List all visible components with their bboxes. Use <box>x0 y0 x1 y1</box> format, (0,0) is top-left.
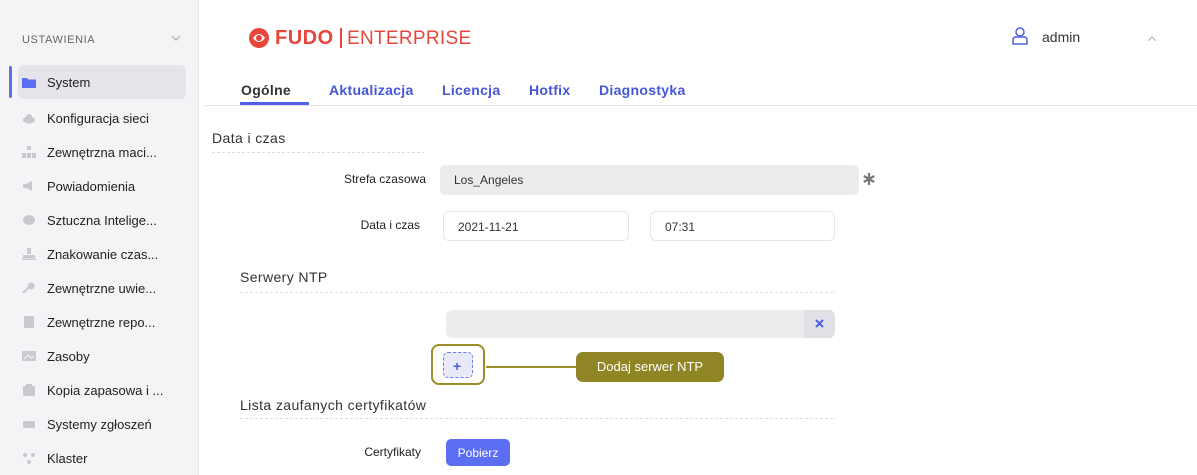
tooltip-callout: Dodaj serwer NTP <box>576 352 724 382</box>
sidebar-item-cluster[interactable]: Klaster <box>18 441 186 475</box>
sidebar-item-label: Zewnętrzne repo... <box>47 315 156 330</box>
tab-bar: Ogólne Aktualizacja Licencja Hotfix Diag… <box>204 74 1197 106</box>
chevron-down-icon[interactable] <box>171 34 181 42</box>
active-indicator <box>9 66 12 98</box>
section-divider <box>212 152 424 153</box>
time-input[interactable]: 07:31 <box>650 211 835 241</box>
add-ntp-button[interactable]: + <box>443 352 473 378</box>
tab-general[interactable]: Ogólne <box>241 82 291 98</box>
date-value: 2021-11-21 <box>458 220 519 234</box>
sidebar-item-label: Zewnętrzna maci... <box>47 145 157 160</box>
remove-ntp-button[interactable] <box>804 310 835 338</box>
brain-icon <box>23 215 35 225</box>
brand-divider <box>340 28 342 48</box>
sidebar-item-notifications[interactable]: Powiadomienia <box>18 169 186 203</box>
section-divider <box>240 292 836 293</box>
close-icon <box>815 319 824 328</box>
sidebar-item-ticket-systems[interactable]: Systemy zgłoszeń <box>18 407 186 441</box>
tab-hotfix[interactable]: Hotfix <box>529 82 570 98</box>
sidebar-item-label: Znakowanie czas... <box>47 247 159 262</box>
key-icon <box>22 282 35 294</box>
stamp-icon <box>22 248 36 260</box>
sidebar-item-network[interactable]: Konfiguracja sieci <box>18 101 186 135</box>
timezone-label: Strefa czasowa <box>343 172 426 186</box>
asterisk-icon <box>863 173 875 185</box>
active-tab-underline <box>240 102 309 105</box>
sidebar-item-label: Konfiguracja sieci <box>47 111 149 126</box>
sidebar-item-external-auth[interactable]: Zewnętrzne uwie... <box>18 271 186 305</box>
sidebar-item-resources[interactable]: Zasoby <box>18 339 186 373</box>
sidebar-item-system[interactable]: System <box>18 65 186 99</box>
section-title-ntp: Serwery NTP <box>240 269 328 285</box>
date-input[interactable]: 2021-11-21 <box>443 211 629 241</box>
fudo-logo-icon <box>249 28 269 48</box>
megaphone-icon <box>23 181 32 191</box>
certificates-label: Certyfikaty <box>364 445 421 459</box>
sidebar-item-external-repo[interactable]: Zewnętrzne repo... <box>18 305 186 339</box>
tab-diagnostics[interactable]: Diagnostyka <box>599 82 686 98</box>
username: admin <box>1042 29 1081 45</box>
tab-license[interactable]: Licencja <box>442 82 500 98</box>
sidebar-title: USTAWIENIA <box>22 34 96 46</box>
sidebar: USTAWIENIA System Konfiguracja sieci Zew… <box>0 0 199 475</box>
image-icon <box>22 351 36 361</box>
network-icon <box>22 146 36 158</box>
tab-updates[interactable]: Aktualizacja <box>329 82 414 98</box>
sidebar-item-label: Sztuczna Intelige... <box>47 213 157 228</box>
datetime-label: Data i czas <box>360 218 420 232</box>
sidebar-item-label: Kopia zapasowa i ... <box>47 383 164 398</box>
sidebar-item-label: Systemy zgłoszeń <box>47 417 152 432</box>
brand-edition: ENTERPRISE <box>347 28 472 49</box>
sidebar-item-timestamping[interactable]: Znakowanie czas... <box>18 237 186 271</box>
chevron-up-icon[interactable] <box>1147 35 1157 42</box>
sidebar-item-label: Powiadomienia <box>47 179 136 194</box>
ntp-server-input[interactable] <box>446 310 835 338</box>
callout-connector <box>486 366 578 368</box>
sidebar-item-ai[interactable]: Sztuczna Intelige... <box>18 203 186 237</box>
timezone-value: Los_Angeles <box>454 173 524 187</box>
sidebar-item-label: System <box>47 75 91 90</box>
section-title-certificates: Lista zaufanych certyfikatów <box>240 397 427 413</box>
plus-icon: + <box>453 358 462 374</box>
sidebar-header[interactable]: USTAWIENIA <box>0 0 199 72</box>
ticket-icon <box>23 421 35 428</box>
sidebar-item-label: Klaster <box>47 451 88 466</box>
sidebar-item-label: Zasoby <box>47 349 90 364</box>
time-value: 07:31 <box>665 220 696 234</box>
sidebar-item-backup[interactable]: Kopia zapasowa i ... <box>18 373 186 407</box>
folder-icon <box>22 78 36 88</box>
timezone-select[interactable]: Los_Angeles <box>440 165 859 195</box>
sidebar-item-label: Zewnętrzne uwie... <box>47 281 157 296</box>
cluster-icon <box>23 453 35 464</box>
user-icon <box>1012 27 1028 45</box>
brand-name: FUDO <box>275 27 334 49</box>
download-button[interactable]: Pobierz <box>446 439 510 466</box>
repository-icon <box>24 316 34 328</box>
section-divider <box>240 418 836 419</box>
section-title-datetime: Data i czas <box>212 130 286 146</box>
cloud-icon <box>23 114 35 124</box>
sidebar-item-external-matrix[interactable]: Zewnętrzna maci... <box>18 135 186 169</box>
backup-icon <box>23 384 35 396</box>
